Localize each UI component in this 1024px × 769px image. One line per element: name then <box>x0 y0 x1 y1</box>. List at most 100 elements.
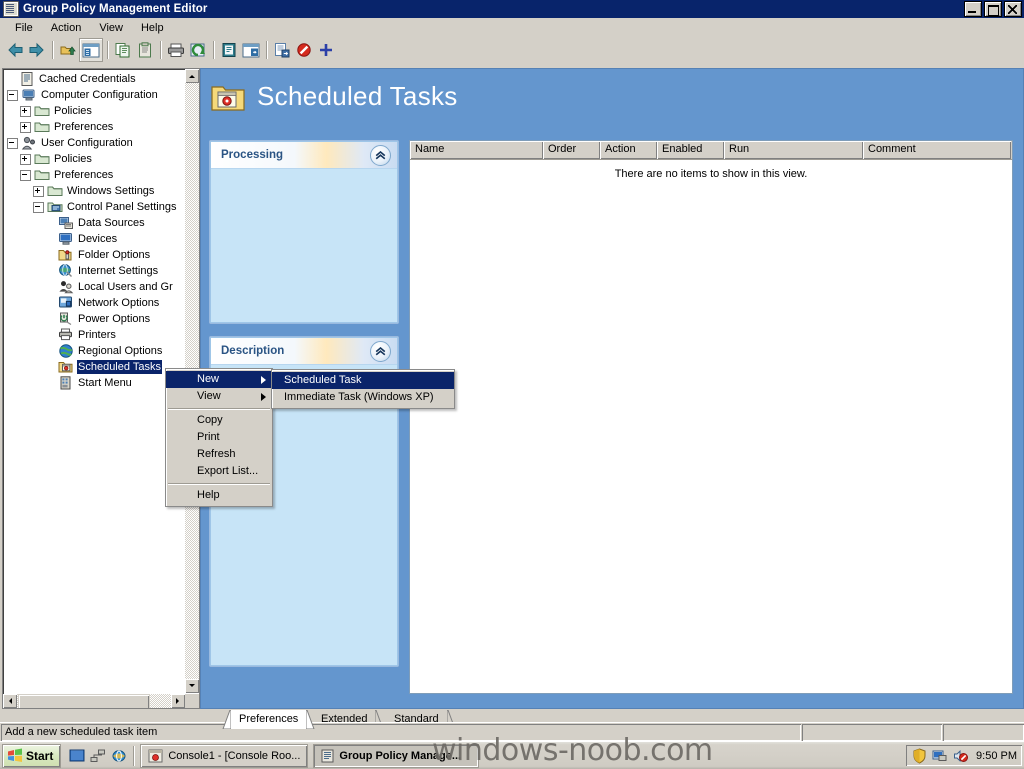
close-icon[interactable] <box>1004 1 1022 17</box>
expand-plus-icon[interactable] <box>20 105 31 117</box>
tree-node-local-users-and-gr[interactable]: Local Users and Gr <box>3 279 185 295</box>
tree-node-data-sources[interactable]: Data Sources <box>3 215 185 231</box>
tree-node-windows-settings[interactable]: Windows Settings <box>3 183 185 199</box>
scroll-down-arrow-icon[interactable] <box>185 679 199 693</box>
context-menu-item-print[interactable]: Print <box>166 429 272 446</box>
restore-icon[interactable] <box>984 1 1002 17</box>
context-menu-item-view[interactable]: View <box>166 388 272 405</box>
tree-node-devices[interactable]: Devices <box>3 231 185 247</box>
list-column-enabled[interactable]: Enabled <box>657 141 724 159</box>
new-submenu[interactable]: Scheduled Task Immediate Task (Windows XP… <box>271 369 455 409</box>
tree-node-label: Windows Settings <box>67 185 155 197</box>
tree-node-user-configuration[interactable]: User Configuration <box>3 135 185 151</box>
submenu-item-scheduled-task[interactable]: Scheduled Task <box>272 372 454 389</box>
tree-node-label: Data Sources <box>78 217 145 229</box>
context-menu-item-label: Refresh <box>197 448 236 460</box>
collapse-minus-icon[interactable] <box>20 169 31 181</box>
export-list-icon[interactable] <box>271 39 293 61</box>
tree-node-network-options[interactable]: Network Options <box>3 295 185 311</box>
tree-node-internet-settings[interactable]: Internet Settings <box>3 263 185 279</box>
print-icon[interactable] <box>165 39 187 61</box>
taskbar-button-gpme[interactable]: Group Policy Manage... <box>313 743 480 768</box>
menu-file[interactable]: File <box>6 20 42 36</box>
toolbar-separator <box>213 41 214 59</box>
minimize-icon[interactable] <box>964 1 982 17</box>
collapse-chevron-icon[interactable] <box>370 145 391 166</box>
menu-action[interactable]: Action <box>42 20 91 36</box>
collapse-minus-icon[interactable] <box>33 201 44 213</box>
new-item-icon[interactable] <box>315 39 337 61</box>
tree-node-cached-credentials[interactable]: Cached Credentials <box>3 71 185 87</box>
start-button[interactable]: Start <box>2 743 62 768</box>
description-panel-header[interactable]: Description <box>211 338 397 365</box>
taskbar-button-console1[interactable]: Console1 - [Console Roo... <box>140 743 309 768</box>
user-config-icon <box>21 135 37 151</box>
title-bar: Group Policy Management Editor <box>0 0 1024 18</box>
copy-icon[interactable] <box>112 39 134 61</box>
tree-node-control-panel-settings[interactable]: Control Panel Settings <box>3 199 185 215</box>
show-details-pane-icon[interactable] <box>240 39 262 61</box>
console-tree[interactable]: Cached Credentials Computer Configuration… <box>3 69 185 695</box>
context-menu-item-new[interactable]: New <box>166 371 272 388</box>
security-shield-icon[interactable] <box>912 747 927 764</box>
tree-node-computer-configuration[interactable]: Computer Configuration <box>3 87 185 103</box>
show-hide-console-tree-icon[interactable] <box>79 38 103 62</box>
expand-plus-icon[interactable] <box>20 153 31 165</box>
tree-node-policies[interactable]: Policies <box>3 151 185 167</box>
devices-icon <box>58 231 74 247</box>
tab-extended-label: Extended <box>321 713 368 725</box>
list-column-name[interactable]: Name <box>410 141 543 159</box>
tab-preferences[interactable]: Preferences <box>222 710 315 729</box>
disable-icon[interactable] <box>293 39 315 61</box>
start-button-label: Start <box>26 748 54 763</box>
tree-hscroll-thumb[interactable] <box>18 694 150 708</box>
network-icon[interactable] <box>90 748 106 764</box>
list-column-order[interactable]: Order <box>543 141 600 159</box>
tree-node-preferences[interactable]: Preferences <box>3 119 185 135</box>
refresh-icon[interactable] <box>187 39 209 61</box>
tree-node-policies[interactable]: Policies <box>3 103 185 119</box>
processing-panel-header[interactable]: Processing <box>211 142 397 169</box>
list-column-headers[interactable]: Name Order Action Enabled Run Comment <box>410 141 1012 160</box>
menu-help[interactable]: Help <box>132 20 173 36</box>
scroll-right-arrow-icon[interactable] <box>171 694 185 708</box>
internet-explorer-icon[interactable] <box>111 748 127 764</box>
context-menu-item-copy[interactable]: Copy <box>166 412 272 429</box>
context-menu-item-help[interactable]: Help <box>166 487 272 504</box>
collapse-chevron-icon[interactable] <box>370 341 391 362</box>
network-connection-icon[interactable] <box>932 749 948 763</box>
tree-node-folder-options[interactable]: Folder Options <box>3 247 185 263</box>
tree-node-preferences[interactable]: Preferences <box>3 167 185 183</box>
show-desktop-icon[interactable] <box>69 748 85 764</box>
list-column-run[interactable]: Run <box>724 141 863 159</box>
scheduled-tasks-list[interactable]: Name Order Action Enabled Run Comment There a… <box>409 140 1013 694</box>
submenu-item-immediate-task-windows-xp[interactable]: Immediate Task (Windows XP) <box>272 389 454 406</box>
list-column-action[interactable]: Action <box>600 141 657 159</box>
collapse-minus-icon[interactable] <box>7 89 18 101</box>
tree-node-printers[interactable]: Printers <box>3 327 185 343</box>
list-column-comment[interactable]: Comment <box>863 141 1011 159</box>
scrollbar-corner <box>185 694 199 708</box>
tree-horizontal-scrollbar[interactable] <box>3 694 185 708</box>
expand-plus-icon[interactable] <box>20 121 31 133</box>
context-menu-item-export-list[interactable]: Export List... <box>166 463 272 480</box>
properties-icon[interactable] <box>218 39 240 61</box>
tab-extended[interactable]: Extended <box>312 710 385 729</box>
context-menu-item-refresh[interactable]: Refresh <box>166 446 272 463</box>
menu-view[interactable]: View <box>90 20 132 36</box>
paste-icon[interactable] <box>134 39 156 61</box>
tree-node-power-options[interactable]: Power Options <box>3 311 185 327</box>
expand-plus-icon[interactable] <box>33 185 44 197</box>
forward-icon[interactable] <box>26 39 48 61</box>
scroll-up-arrow-icon[interactable] <box>185 69 199 83</box>
tree-node-scheduled-tasks[interactable]: Scheduled Tasks <box>3 359 185 375</box>
scroll-left-arrow-icon[interactable] <box>3 694 17 708</box>
tab-standard[interactable]: Standard <box>385 710 456 729</box>
tree-node-regional-options[interactable]: Regional Options <box>3 343 185 359</box>
collapse-minus-icon[interactable] <box>7 137 18 149</box>
volume-muted-icon[interactable] <box>953 749 969 763</box>
context-menu[interactable]: New View Copy Print Refresh Export List... Hel… <box>165 368 273 507</box>
up-one-level-icon[interactable] <box>57 39 79 61</box>
tree-node-start-menu[interactable]: Start Menu <box>3 375 185 391</box>
back-icon[interactable] <box>4 39 26 61</box>
